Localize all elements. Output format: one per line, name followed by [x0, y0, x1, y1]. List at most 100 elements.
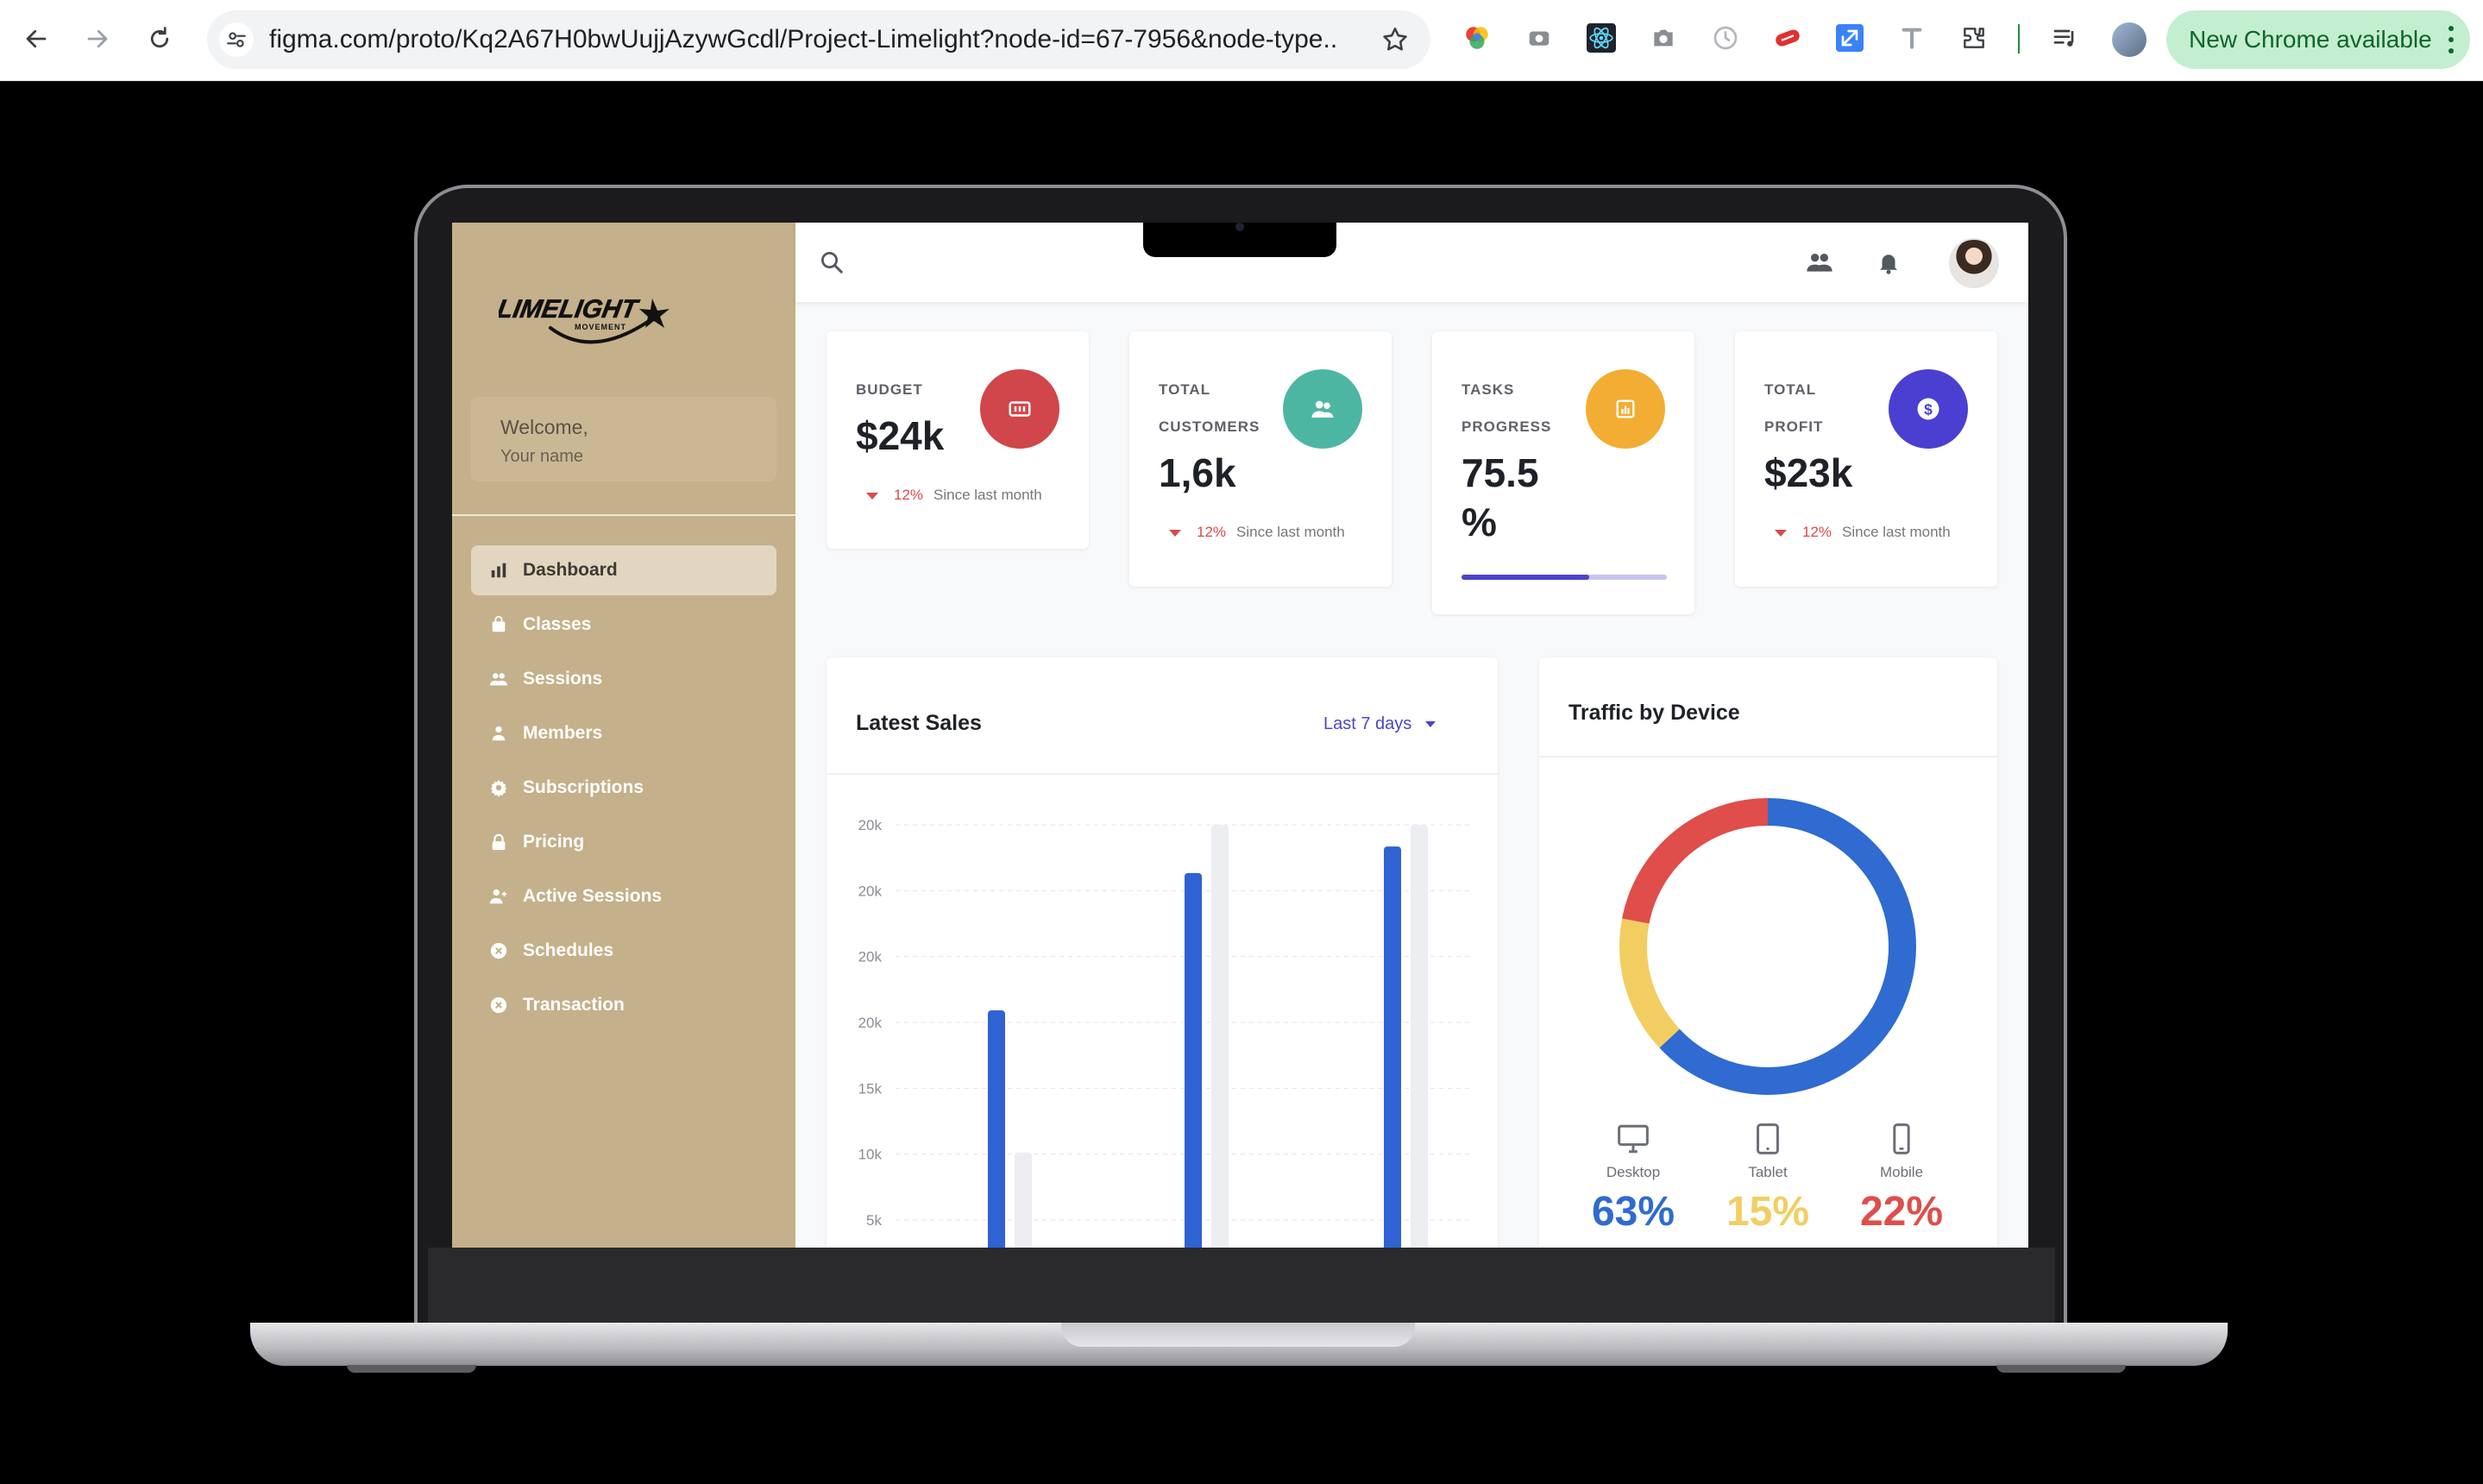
tasks-progress-bar	[1462, 575, 1667, 580]
dashboard-screen: LIMELIGHT MOVEMENT Welcome, Your name Da…	[452, 223, 2028, 1248]
font-extension-icon[interactable]	[1895, 21, 1929, 55]
person-icon	[488, 723, 509, 744]
gear-icon	[488, 777, 509, 798]
tasks-chart-icon	[1586, 369, 1665, 449]
sidebar-item-label: Transaction	[523, 995, 625, 1015]
arrow-left-icon	[26, 29, 47, 48]
top-bar	[795, 223, 2028, 302]
camera-notch	[1143, 223, 1336, 257]
sidebar-item-label: Subscriptions	[523, 777, 644, 797]
stat-card-customers: TOTAL CUSTOMERS 1,6k 12% Since last month	[1129, 331, 1392, 587]
user-name: Your name	[500, 447, 583, 466]
welcome-card: Welcome, Your name	[471, 397, 776, 481]
forward-button[interactable]	[76, 17, 119, 60]
media-controls-icon[interactable]	[2048, 21, 2083, 55]
tablet-icon	[1757, 1123, 1779, 1154]
stat-card-profit: TOTAL PROFIT $23k $ 12% Since last month	[1735, 331, 1997, 587]
stat-label: TOTAL	[1159, 381, 1211, 398]
sidebar-item-label: Dashboard	[523, 560, 618, 580]
sales-bar[interactable]	[1015, 1152, 1032, 1248]
sidebar-item-label: Members	[523, 723, 603, 743]
sidebar-item-pricing[interactable]: Pricing	[471, 817, 776, 867]
date-range-dropdown[interactable]: Last 7 days	[1323, 714, 1436, 734]
stat-label: PROFIT	[1764, 418, 1824, 435]
people-icon	[488, 669, 509, 689]
sidebar-item-label: Classes	[523, 614, 592, 634]
budget-icon	[980, 369, 1059, 449]
stat-label: TOTAL	[1764, 381, 1817, 398]
profile-avatar-icon[interactable]	[2112, 22, 2147, 57]
search-icon[interactable]	[814, 245, 849, 280]
sidebar-item-label: Pricing	[523, 832, 585, 852]
sidebar-item-transaction[interactable]: Transaction	[471, 980, 776, 1030]
bell-icon[interactable]	[1871, 245, 1906, 280]
update-chrome-button[interactable]: New Chrome available	[2166, 10, 2470, 69]
trend-text: Since last month	[1236, 524, 1345, 540]
sidebar-item-dashboard[interactable]: Dashboard	[471, 545, 776, 595]
stat-trend: 12% Since last month	[866, 487, 1042, 504]
extensions-puzzle-icon[interactable]	[1957, 21, 1991, 55]
sidebar-item-active-sessions[interactable]: Active Sessions	[471, 871, 776, 921]
bar-chart-icon	[488, 560, 509, 581]
sales-bar[interactable]	[1211, 825, 1229, 1248]
stat-card-tasks-progress: TASKS PROGRESS 75.5 %	[1432, 331, 1694, 614]
trend-percent: 12%	[1802, 524, 1832, 540]
dollar-icon: $	[1889, 369, 1968, 449]
customers-icon	[1283, 369, 1362, 449]
person-add-icon	[488, 886, 509, 907]
screen-capture-extension-icon[interactable]	[1522, 21, 1556, 55]
camera-icon	[1235, 223, 1244, 231]
legend-value: 22%	[1859, 1189, 1944, 1235]
stat-card-budget: BUDGET $24k 12% Since last month	[827, 331, 1089, 549]
stat-value: 1,6k	[1159, 450, 1236, 495]
resize-extension-icon[interactable]	[1832, 21, 1867, 55]
bookmark-star-icon[interactable]	[1380, 25, 1410, 54]
color-picker-extension-icon[interactable]	[1460, 21, 1494, 55]
more-menu-icon[interactable]	[2448, 26, 2455, 53]
sales-bar[interactable]	[988, 1010, 1005, 1248]
phone-icon	[1893, 1123, 1910, 1154]
reload-button[interactable]	[138, 17, 181, 60]
monitor-icon	[1618, 1124, 1649, 1154]
contacts-icon[interactable]	[1802, 245, 1837, 280]
limelight-logo[interactable]: LIMELIGHT MOVEMENT	[499, 283, 671, 352]
address-bar[interactable]: figma.com/proto/Kq2A67H0bwUujjAzywGcdl/P…	[207, 10, 1430, 69]
stat-value: 75.5	[1462, 450, 1539, 495]
site-settings-icon[interactable]	[219, 22, 254, 57]
logo-sub-text: MOVEMENT	[575, 323, 626, 331]
sidebar-item-classes[interactable]: Classes	[471, 600, 776, 650]
trend-percent: 12%	[894, 487, 924, 503]
sidebar-item-subscriptions[interactable]: Subscriptions	[471, 763, 776, 813]
svg-text:$: $	[1924, 400, 1933, 418]
x-circle-icon	[488, 940, 509, 961]
sidebar-item-sessions[interactable]: Sessions	[471, 654, 776, 704]
latest-sales-title: Latest Sales	[856, 711, 982, 735]
lock-icon	[488, 832, 509, 852]
y-tick-label: 10k	[858, 1147, 883, 1163]
back-button[interactable]	[15, 17, 58, 60]
legend-name: Mobile	[1879, 1164, 1924, 1180]
toolbar-separator	[2018, 24, 2020, 53]
pill-extension-icon[interactable]	[1770, 21, 1805, 55]
user-avatar[interactable]	[1949, 238, 1999, 288]
y-tick-label: 20k	[858, 817, 883, 833]
url-text[interactable]: figma.com/proto/Kq2A67H0bwUujjAzywGcdl/P…	[269, 10, 1339, 69]
y-tick-label: 5k	[866, 1212, 882, 1229]
welcome-text: Welcome,	[500, 416, 588, 438]
sidebar-item-members[interactable]: Members	[471, 708, 776, 758]
reload-icon	[150, 27, 169, 48]
camera-extension-icon[interactable]	[1646, 21, 1681, 55]
panel-divider	[1539, 756, 1997, 758]
stat-label: CUSTOMERS	[1159, 418, 1260, 435]
sales-bar[interactable]	[1384, 846, 1401, 1248]
sales-bar[interactable]	[1411, 825, 1428, 1248]
legend-value: 63%	[1591, 1189, 1675, 1235]
react-devtools-extension-icon[interactable]	[1584, 21, 1619, 55]
sales-bar[interactable]	[1185, 872, 1202, 1248]
bag-icon	[488, 614, 509, 635]
trend-down-icon	[1775, 529, 1787, 537]
traffic-donut-chart	[1619, 798, 1916, 1095]
legend-mobile: Mobile 22%	[1850, 1123, 1953, 1236]
sidebar-item-schedules[interactable]: Schedules	[471, 926, 776, 976]
timer-extension-icon[interactable]	[1708, 21, 1743, 55]
